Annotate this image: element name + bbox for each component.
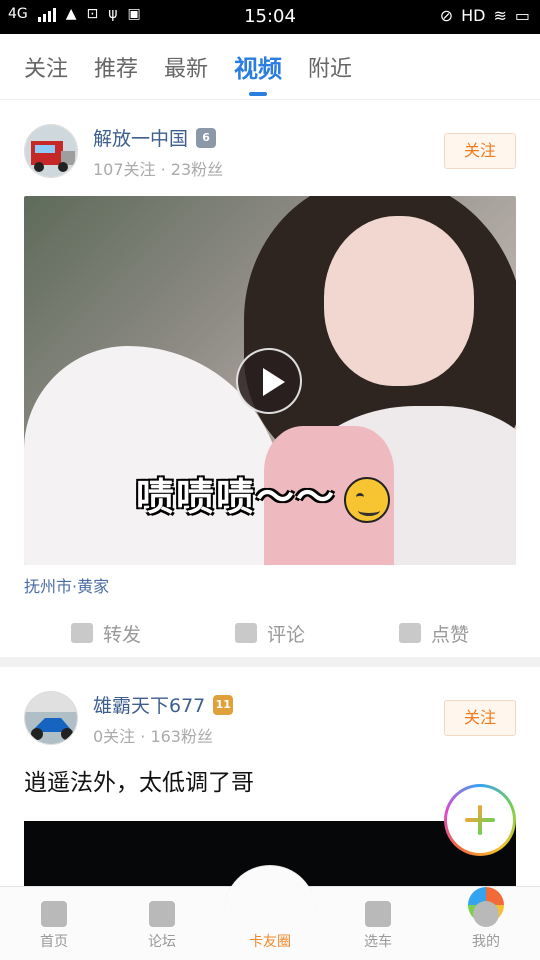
nav-label: 选车: [364, 934, 392, 950]
nav-item-choose-car[interactable]: 选车: [324, 887, 432, 960]
mute-icon: ⊘: [439, 6, 454, 25]
wifi-icon: ≋: [493, 6, 507, 25]
tab-recommended[interactable]: 推荐: [94, 51, 138, 83]
bottom-nav: 首页 论坛 卡友圈 选车 我的: [0, 865, 540, 960]
forward-button[interactable]: 转发: [70, 620, 141, 647]
status-bar: 4G ▲ ⊡ ψ ▣ 15:04 ⊘ HD ≋ ▭: [0, 0, 540, 34]
nav-item-trucker-circle[interactable]: 卡友圈: [216, 887, 504, 960]
add-post-button[interactable]: [444, 784, 516, 856]
home-icon: [41, 901, 67, 927]
nav-item-home[interactable]: 首页: [0, 887, 108, 960]
follow-button[interactable]: 关注: [444, 700, 516, 736]
hd-label: HD: [461, 6, 486, 25]
post-header: 雄霸天下677 11 0关注 · 163粉丝 关注: [24, 667, 516, 763]
tab-following[interactable]: 关注: [24, 51, 68, 83]
comment-icon: [234, 623, 257, 643]
wink-emoji-icon: [344, 476, 391, 523]
feed-post: 解放一中国 6 107关注 · 23粉丝 关注 啧啧啧～～ 抚州市·黄家 转发: [0, 100, 540, 667]
username[interactable]: 解放一中国 6: [93, 124, 217, 151]
nav-item-forum[interactable]: 论坛: [108, 887, 216, 960]
level-badge: 6: [196, 127, 217, 148]
user-stats: 0关注 · 163粉丝: [93, 727, 213, 746]
truck-icon: [365, 901, 391, 927]
avatar[interactable]: [24, 691, 78, 745]
user-icon: [473, 901, 499, 927]
level-badge: 11: [213, 694, 234, 715]
nav-label: 卡友圈: [249, 934, 291, 950]
follow-button[interactable]: 关注: [444, 133, 516, 169]
nav-item-me[interactable]: 我的: [432, 887, 540, 960]
post-header: 解放一中国 6 107关注 · 23粉丝 关注: [24, 100, 516, 196]
post-actions: 转发 评论 点赞: [24, 609, 516, 657]
nav-label: 首页: [40, 934, 68, 950]
post-text[interactable]: 逍遥法外，太低调了哥: [24, 763, 516, 797]
feed: 解放一中国 6 107关注 · 23粉丝 关注 啧啧啧～～ 抚州市·黄家 转发: [0, 100, 540, 886]
post-divider: [0, 657, 540, 667]
comment-label: 评论: [266, 623, 305, 646]
forward-label: 转发: [102, 623, 141, 646]
status-right: ⊘ HD ≋ ▭: [440, 6, 530, 25]
play-icon[interactable]: [236, 348, 302, 414]
tab-latest[interactable]: 最新: [164, 51, 208, 83]
feed-post: 雄霸天下677 11 0关注 · 163粉丝 关注 逍遥法外，太低调了哥: [0, 667, 540, 886]
top-tabs: 关注 推荐 最新 视频 附近: [0, 34, 540, 100]
thumbnail-face: [324, 216, 474, 386]
username-text[interactable]: 雄霸天下677: [93, 691, 205, 718]
video-caption-text: 啧啧啧～～: [136, 475, 337, 519]
forum-icon: [149, 901, 175, 927]
plus-icon: [447, 787, 513, 853]
nav-label: 论坛: [148, 934, 176, 950]
tab-video[interactable]: 视频: [234, 49, 282, 96]
tab-nearby[interactable]: 附近: [308, 51, 352, 83]
video-player[interactable]: 啧啧啧～～: [24, 196, 516, 565]
username[interactable]: 雄霸天下677 11: [93, 691, 234, 718]
like-button[interactable]: 点赞: [398, 620, 469, 647]
user-stats: 107关注 · 23粉丝: [93, 160, 224, 179]
like-label: 点赞: [430, 623, 469, 646]
username-text[interactable]: 解放一中国: [93, 124, 188, 151]
battery-icon: ▭: [514, 6, 530, 25]
thumbs-up-icon: [398, 623, 421, 643]
comment-button[interactable]: 评论: [234, 620, 305, 647]
location-tag[interactable]: 抚州市·黄家: [24, 565, 516, 609]
avatar[interactable]: [24, 124, 78, 178]
video-caption: 啧啧啧～～: [136, 466, 391, 523]
nav-label: 我的: [472, 934, 500, 950]
share-icon: [70, 623, 93, 643]
